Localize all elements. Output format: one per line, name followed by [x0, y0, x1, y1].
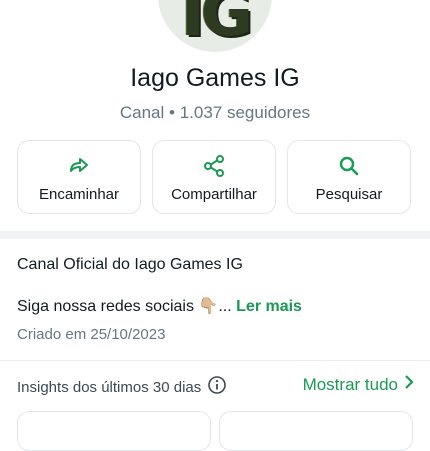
read-more-link[interactable]: Ler mais — [236, 298, 302, 315]
share-label: Compartilhar — [171, 186, 257, 203]
search-button[interactable]: Pesquisar — [287, 140, 411, 214]
insights-label: Insights dos últimos 30 dias — [17, 378, 202, 396]
channel-avatar[interactable]: IG — [158, 0, 272, 52]
share-button[interactable]: Compartilhar — [152, 140, 276, 214]
show-all-link[interactable]: Mostrar tudo — [303, 374, 414, 395]
forward-label: Encaminhar — [38, 186, 120, 203]
insight-card[interactable] — [219, 411, 413, 451]
search-label: Pesquisar — [315, 186, 383, 203]
action-buttons: Encaminhar Compartilhar Pesquisar — [17, 140, 413, 214]
section-divider — [0, 231, 430, 239]
info-icon[interactable] — [207, 375, 227, 399]
share-icon — [153, 154, 275, 178]
channel-description: Canal Oficial do Iago Games IG — [17, 256, 243, 273]
forward-icon — [18, 154, 140, 178]
avatar-logo: IG — [180, 0, 253, 51]
chevron-right-icon — [404, 374, 414, 395]
search-icon — [288, 154, 410, 178]
social-line: Siga nossa redes sociais 👇🏼... Ler mais — [17, 296, 302, 316]
insights-header: Insights dos últimos 30 dias — [17, 375, 227, 399]
divider — [0, 360, 430, 361]
created-date: Criado em 25/10/2023 — [17, 326, 166, 343]
social-text: Siga nossa redes sociais 👇🏼... — [17, 298, 232, 315]
channel-name: Iago Games IG — [130, 64, 300, 92]
forward-button[interactable]: Encaminhar — [17, 140, 141, 214]
show-all-label: Mostrar tudo — [302, 374, 398, 394]
channel-subtitle: Canal • 1.037 seguidores — [119, 103, 311, 122]
insight-card[interactable] — [17, 411, 211, 451]
